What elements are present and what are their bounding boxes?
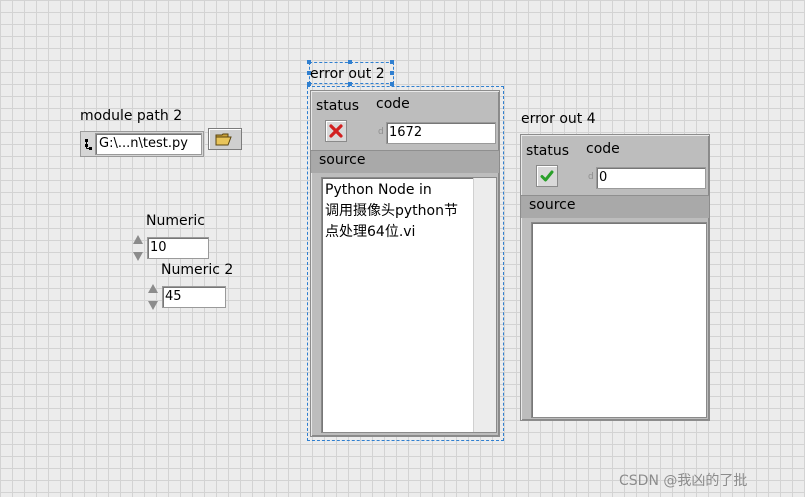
code-type-tag: d (378, 127, 384, 137)
source-text-area (531, 222, 707, 418)
source-text-area: Python Node in 调用摄像头python节 点处理64位.vi (321, 177, 497, 433)
source-text (532, 223, 706, 227)
watermark: CSDN @我凶的了批 (619, 473, 748, 489)
error-out-2-cluster[interactable]: status code d 1672 source Python Node in… (310, 90, 500, 437)
module-path-control[interactable]: G:\...n\test.py (80, 131, 204, 157)
decrement-arrow-icon[interactable] (148, 301, 158, 310)
status-label: status (526, 143, 570, 159)
error-out-2-label: error out 2 (310, 66, 385, 82)
numeric-2-increment-decrement[interactable] (147, 284, 159, 310)
code-value: 0 (596, 167, 706, 189)
folder-open-icon (215, 133, 232, 146)
status-label: status (316, 98, 360, 114)
increment-arrow-icon[interactable] (148, 284, 158, 293)
green-check-icon (540, 170, 554, 182)
numeric-label: Numeric (146, 213, 205, 229)
source-label: source (319, 152, 366, 168)
status-indicator (325, 120, 347, 142)
path-type-icon (84, 137, 94, 151)
code-value: 1672 (386, 122, 496, 144)
numeric-input[interactable]: 10 (147, 237, 209, 259)
numeric-2-label: Numeric 2 (161, 262, 234, 278)
browse-button[interactable] (208, 128, 242, 150)
error-out-4-label: error out 4 (521, 111, 596, 127)
source-label: source (529, 197, 576, 213)
code-type-tag: d (588, 172, 594, 182)
increment-arrow-icon[interactable] (133, 235, 143, 244)
status-indicator (536, 165, 558, 187)
module-path-input[interactable]: G:\...n\test.py (95, 133, 202, 155)
numeric-2-input[interactable]: 45 (162, 286, 226, 308)
source-text: Python Node in 调用摄像头python节 点处理64位.vi (325, 182, 458, 240)
decrement-arrow-icon[interactable] (133, 252, 143, 261)
source-scrollbar[interactable] (473, 178, 496, 432)
red-x-icon (329, 124, 343, 138)
module-path-label: module path 2 (80, 108, 183, 124)
numeric-increment-decrement[interactable] (132, 235, 144, 261)
error-out-4-cluster[interactable]: status code d 0 source (520, 134, 710, 421)
code-label: code (586, 141, 620, 157)
code-label: code (376, 96, 410, 112)
